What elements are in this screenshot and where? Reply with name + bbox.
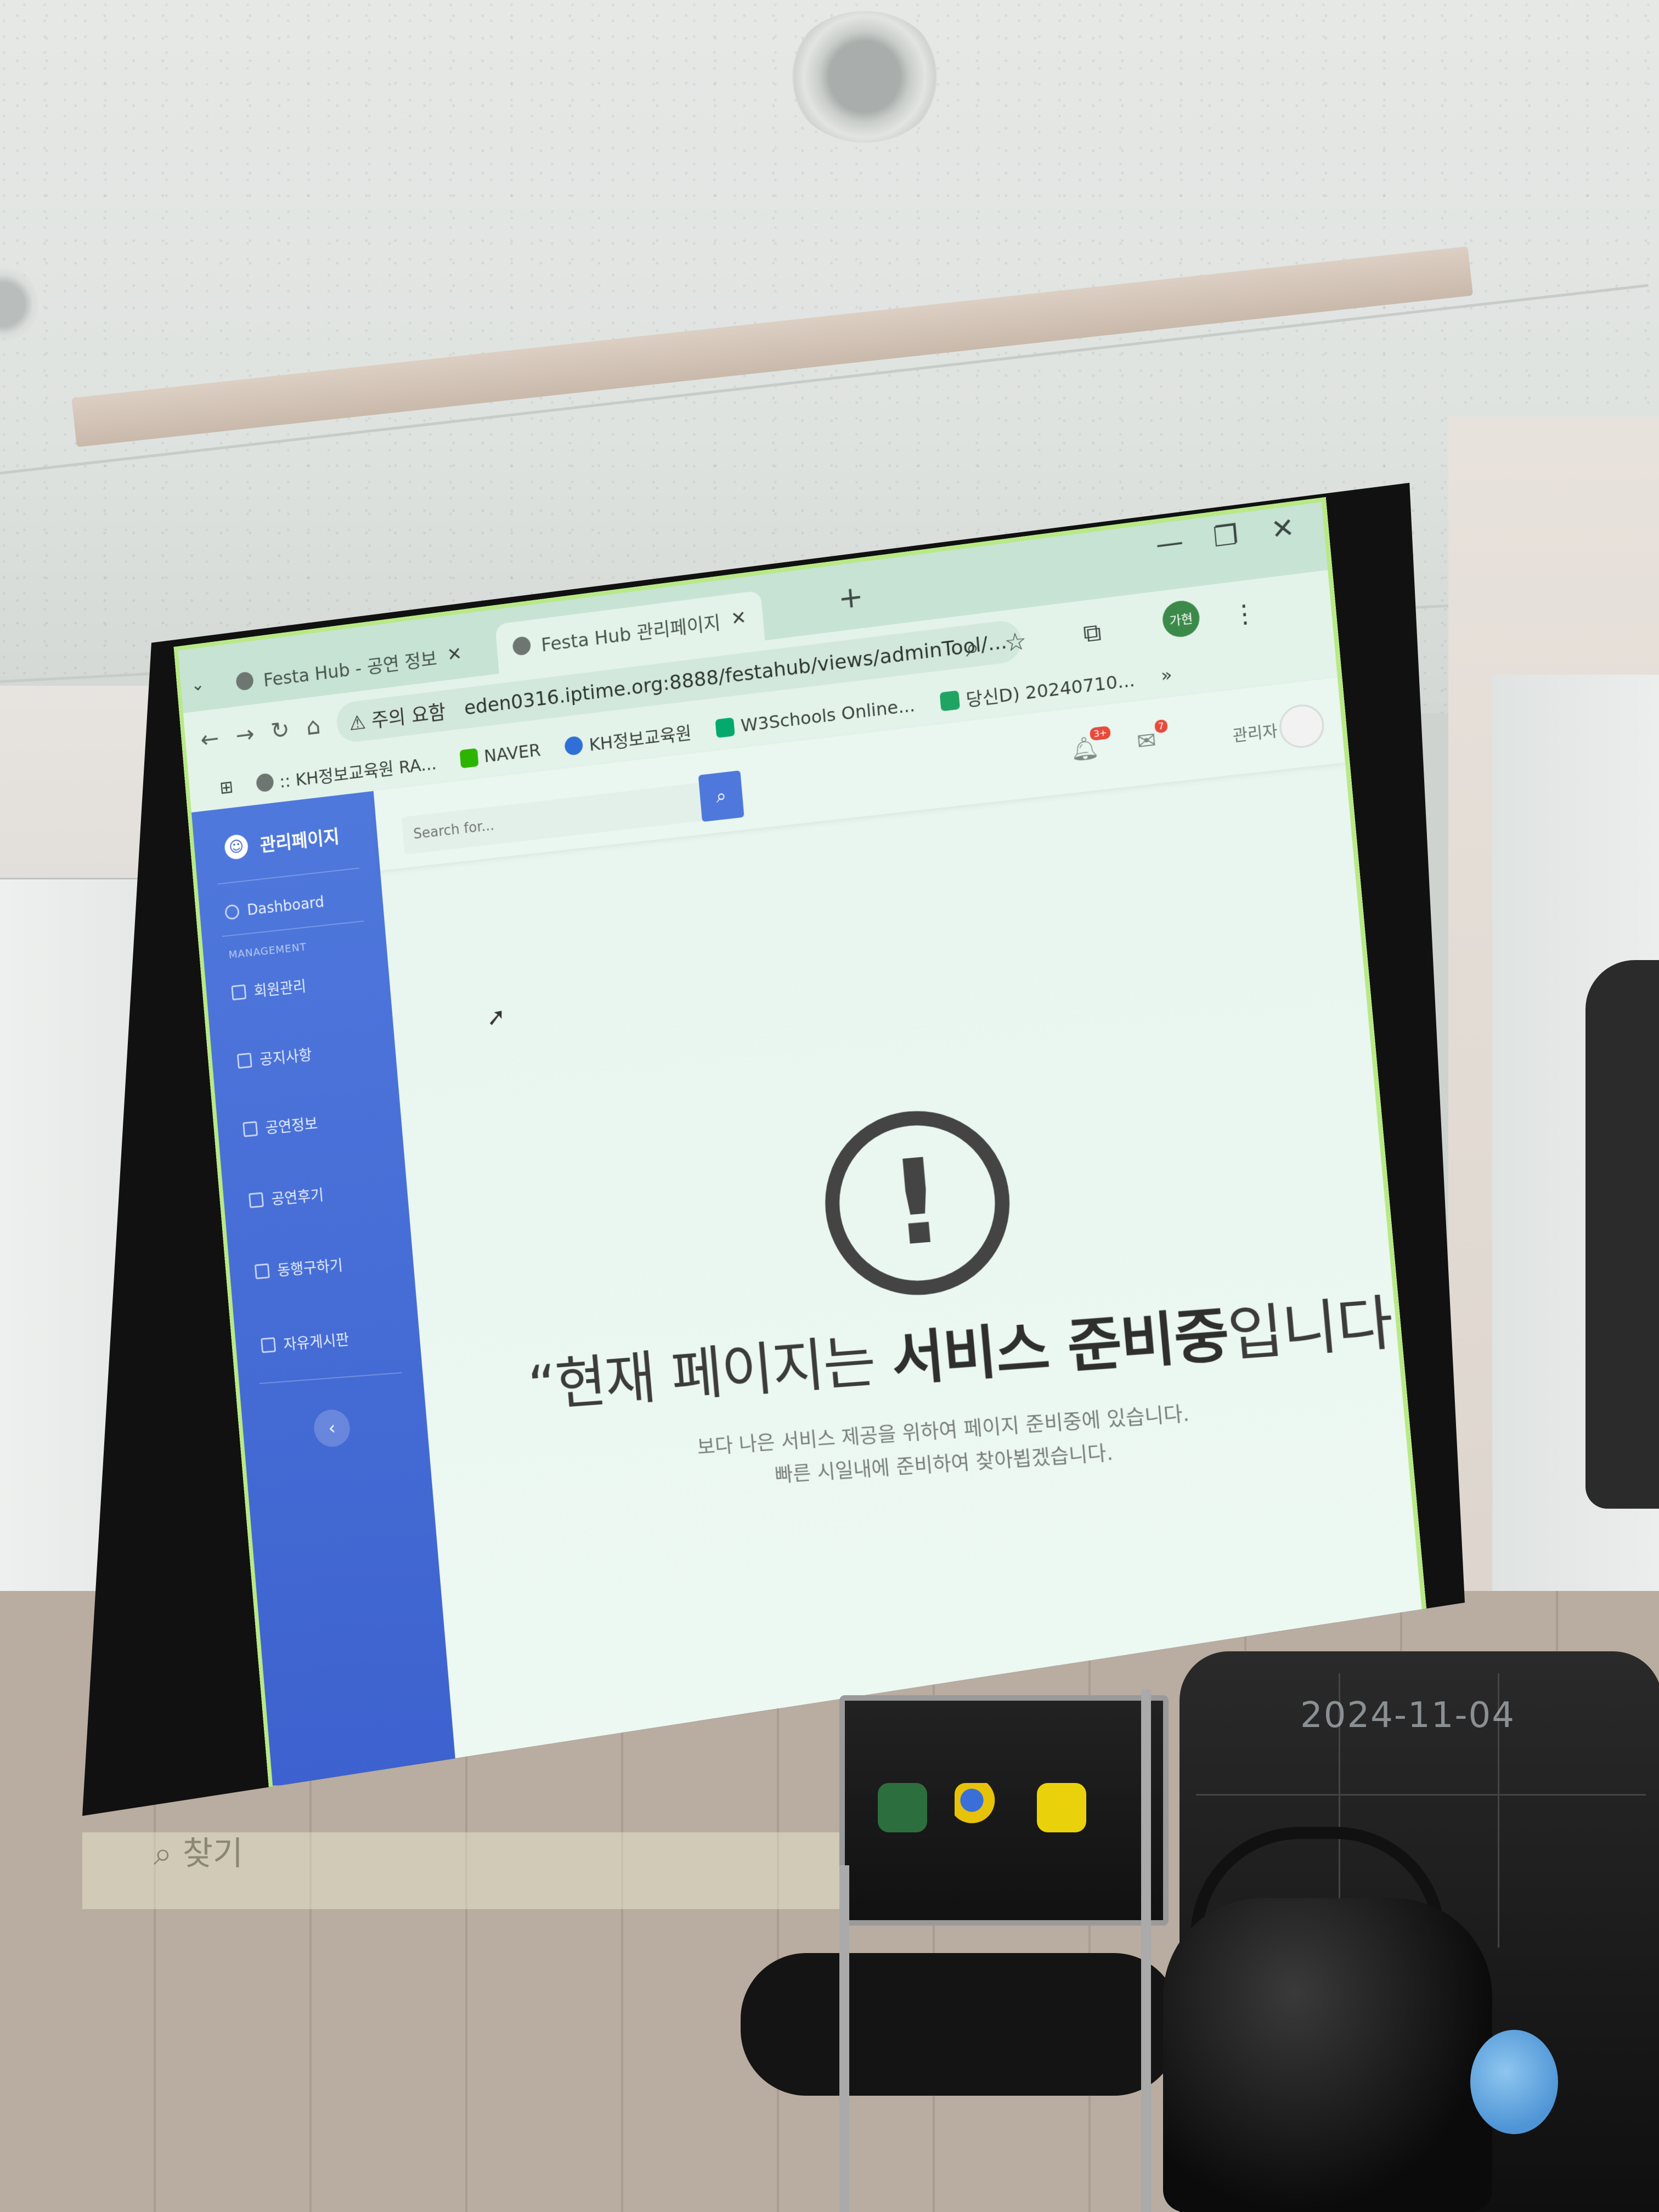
sidebar-item-label: Dashboard — [246, 893, 325, 919]
main-content: ➚ ! “현재 페이지는 서비스 준비중입니다.” 보다 나은 서비스 제공을 … — [380, 763, 1438, 1778]
handbag — [1163, 1898, 1492, 2212]
bookmark-label: KH정보교육원 — [588, 722, 692, 755]
sidebar-item-label: 자유게시판 — [283, 1330, 350, 1354]
naver-icon — [459, 748, 479, 769]
table-icon — [231, 984, 247, 1001]
reload-icon[interactable]: ↻ — [270, 716, 291, 745]
globe-icon — [255, 772, 274, 793]
sidebar-item-companions[interactable]: 동행구하기 — [254, 1254, 343, 1283]
headline-emphasis: 서비스 준비중 — [888, 1300, 1231, 1394]
user-name[interactable]: 관리자 — [1232, 719, 1278, 746]
new-tab-icon[interactable]: + — [837, 578, 865, 616]
sidebar-divider — [217, 867, 359, 885]
zoom-icon[interactable]: ⌕ — [964, 633, 981, 662]
sidebar-item-label: 공연정보 — [264, 1115, 319, 1137]
back-icon[interactable]: ← — [200, 725, 221, 754]
table-icon — [236, 1052, 252, 1069]
menu-kebab-icon[interactable]: ⋮ — [1231, 599, 1259, 630]
brand-label: 관리페이지 — [259, 826, 341, 856]
forward-icon[interactable]: → — [234, 720, 255, 749]
chair-seat — [741, 1953, 1180, 2096]
sheet-icon — [939, 690, 961, 712]
mouse-cursor-icon: ➚ — [485, 1002, 507, 1032]
date-overlay: 2024-11-04 — [1300, 1695, 1515, 1736]
sidebar-item-label: 공지사항 — [259, 1046, 313, 1069]
table-icon — [261, 1337, 276, 1353]
smile-icon: ☺ — [223, 833, 249, 860]
minimize-icon[interactable]: — — [1154, 526, 1184, 561]
profile-avatar[interactable]: 가현 — [1161, 599, 1201, 639]
search-input[interactable] — [402, 793, 699, 845]
alerts-badge: 3+ — [1090, 725, 1111, 741]
avatar[interactable] — [1277, 702, 1326, 751]
sidebar-item-label: 공연후기 — [270, 1186, 325, 1209]
tab-search-chevron-icon[interactable]: ⌄ — [190, 674, 205, 695]
sidebar-collapse-button[interactable]: ‹ — [312, 1408, 352, 1448]
chair-seam — [1196, 1794, 1646, 1796]
kakaotalk-icon — [1037, 1783, 1086, 1832]
sidebar-item-notices[interactable]: 공지사항 — [236, 1043, 313, 1072]
security-warning-chip[interactable]: ⚠ 주의 요함 — [348, 695, 458, 736]
sidebar-heading: MANAGEMENT — [228, 940, 307, 961]
bookmark-label: NAVER — [483, 739, 541, 767]
close-window-icon[interactable]: ✕ — [1269, 511, 1296, 546]
quote-close: ” — [1407, 1284, 1438, 1357]
bell-icon[interactable]: 🔔︎ 3+ — [1069, 725, 1111, 763]
extensions-icon[interactable]: ⧉ — [1082, 618, 1102, 648]
bookmark-naver[interactable]: NAVER — [459, 740, 541, 770]
messages-badge: 7 — [1154, 719, 1168, 733]
sidebar-divider — [259, 1372, 402, 1384]
exclamation-icon: ! — [817, 1103, 1018, 1302]
bookmark-star-icon[interactable]: ☆ — [1003, 627, 1028, 658]
search-button[interactable]: ⌕ — [698, 770, 744, 822]
apps-grid-icon[interactable]: ⊞ — [219, 776, 234, 798]
sidebar-divider — [222, 920, 364, 937]
globe-icon — [235, 671, 255, 691]
globe-icon — [512, 635, 532, 657]
kh-icon — [563, 735, 584, 756]
sidebar-item-reviews[interactable]: 공연후기 — [249, 1183, 325, 1211]
table-icon — [242, 1121, 258, 1137]
browser-window: ⌄ Festa Hub - 공연 정보 ✕ Festa Hub 관리페이지 ✕ … — [173, 496, 1438, 1791]
w3schools-icon — [715, 717, 735, 738]
admin-page: ☺ 관리페이지 Dashboard MANAGEMENT 회원관리 공지사항 공… — [191, 677, 1438, 1786]
close-tab-icon[interactable]: ✕ — [730, 607, 747, 630]
chair-back — [839, 1695, 1169, 1926]
sidebar-item-performances[interactable]: 공연정보 — [242, 1112, 319, 1140]
sidebar-item-label: 동행구하기 — [276, 1256, 344, 1280]
plush-keychain — [1470, 2030, 1558, 2134]
chair-leg — [1141, 1690, 1151, 2212]
sidebar-item-members[interactable]: 회원관리 — [231, 975, 307, 1003]
sidebar-item-free-board[interactable]: 자유게시판 — [261, 1328, 350, 1356]
close-tab-icon[interactable]: ✕ — [446, 643, 462, 666]
app-icon — [955, 1783, 1004, 1832]
home-icon[interactable]: ⌂ — [305, 712, 321, 741]
sidebar-item-dashboard[interactable]: Dashboard — [224, 893, 325, 922]
dashboard-icon — [224, 904, 240, 920]
search-icon: ⌕ — [715, 785, 727, 808]
bookmark-kh[interactable]: KH정보교육원 — [563, 719, 692, 759]
restore-icon[interactable]: ❐ — [1212, 519, 1239, 554]
envelope-icon[interactable]: ✉ 7 — [1136, 719, 1168, 755]
headline-part: 입니다. — [1224, 1286, 1414, 1370]
taskbar-search: ⌕ 찾기 — [154, 1835, 244, 1873]
headline-part: 현재 페이지는 — [552, 1326, 895, 1418]
projection-screen: ⌄ Festa Hub - 공연 정보 ✕ Festa Hub 관리페이지 ✕ … — [82, 483, 1465, 1816]
more-bookmarks-icon[interactable]: » — [1160, 664, 1173, 686]
sidebar-brand[interactable]: ☺ 관리페이지 — [223, 822, 341, 861]
table-icon — [249, 1192, 264, 1209]
chair-leg — [839, 1865, 849, 2212]
app-icon — [878, 1783, 927, 1832]
table-icon — [254, 1263, 270, 1279]
ceiling-light — [788, 11, 941, 143]
person-silhouette — [1585, 960, 1659, 1509]
sidebar-item-label: 회원관리 — [253, 977, 307, 1001]
